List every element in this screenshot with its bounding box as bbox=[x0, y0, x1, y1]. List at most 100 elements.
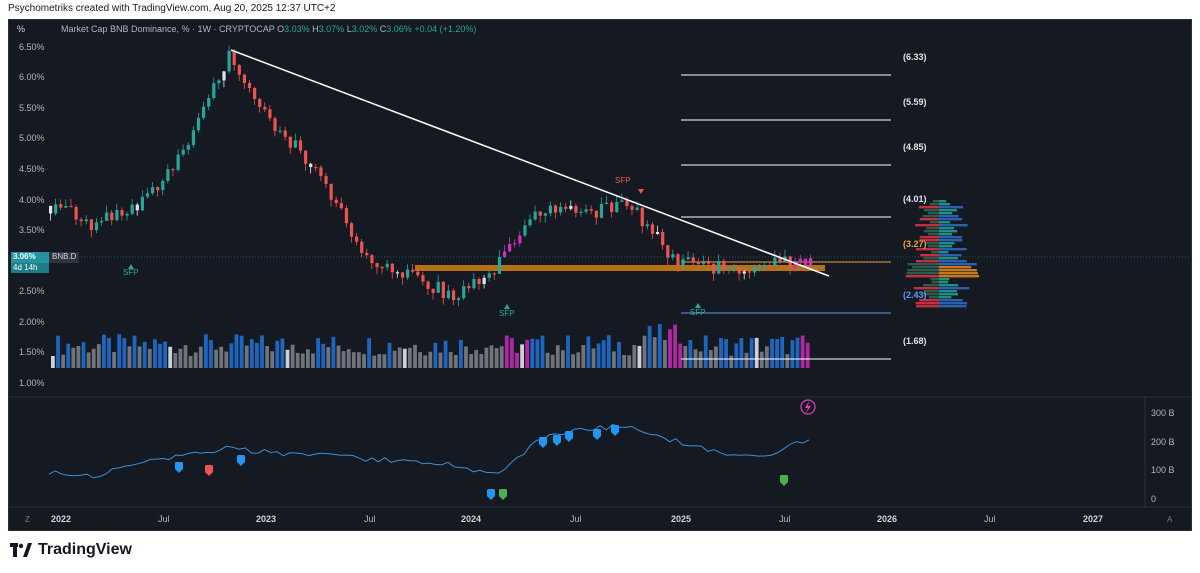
candle-body bbox=[712, 263, 716, 274]
volume-bar bbox=[357, 352, 361, 368]
candle-body bbox=[232, 50, 236, 66]
candle-body bbox=[803, 258, 808, 265]
candle-body bbox=[655, 231, 660, 234]
trend-line bbox=[230, 49, 830, 277]
x-tick: Jul bbox=[779, 514, 791, 524]
y-tick: 2.50% bbox=[19, 286, 45, 296]
signal-marker bbox=[593, 429, 601, 437]
candle-body bbox=[436, 281, 440, 293]
candle-body bbox=[273, 118, 277, 132]
volume-profile-bar bbox=[933, 200, 939, 203]
signal-marker bbox=[612, 433, 618, 436]
candle-body bbox=[110, 212, 114, 221]
volume-bar bbox=[673, 324, 677, 368]
legend-open: 3.03% bbox=[284, 24, 310, 34]
volume-profile-bar bbox=[939, 203, 951, 206]
volume-bar bbox=[581, 345, 586, 368]
volume-profile-bar bbox=[915, 302, 939, 305]
lower-y-tick: 100 B bbox=[1151, 465, 1175, 475]
signal-marker bbox=[780, 475, 788, 483]
candle-body bbox=[334, 199, 338, 204]
volume-bar bbox=[739, 338, 744, 368]
volume-bar bbox=[525, 339, 530, 368]
volume-bar bbox=[647, 325, 652, 368]
candle-body bbox=[222, 71, 226, 81]
volume-bar bbox=[795, 337, 800, 368]
signal-marker bbox=[238, 463, 244, 466]
volume-profile-bar bbox=[923, 230, 939, 233]
candle-body bbox=[584, 209, 588, 212]
candle-body bbox=[400, 272, 405, 278]
candle-body bbox=[696, 261, 700, 264]
volume-profile-bar bbox=[939, 260, 967, 263]
volume-bar bbox=[535, 339, 540, 368]
candle-body bbox=[130, 204, 134, 214]
y-tick: 4.50% bbox=[19, 164, 45, 174]
candle-body bbox=[49, 205, 53, 214]
chart-panel[interactable]: % Market Cap BNB Dominance, % · 1W · CRY… bbox=[8, 19, 1192, 531]
volume-profile-bar bbox=[928, 245, 939, 248]
candle-body bbox=[757, 267, 762, 269]
lower-y-tick: 300 B bbox=[1151, 408, 1175, 418]
candle-body bbox=[446, 290, 451, 299]
chart-canvas[interactable] bbox=[9, 20, 1192, 531]
volume-bar bbox=[423, 355, 428, 368]
volume-profile-bar bbox=[930, 278, 939, 281]
candle-body bbox=[737, 267, 741, 274]
volume-bar bbox=[117, 334, 122, 368]
volume-profile-bar bbox=[939, 284, 959, 287]
volume-bar bbox=[214, 349, 218, 368]
candle-body bbox=[247, 82, 252, 88]
brand-name: TradingView bbox=[38, 541, 132, 558]
volume-bar bbox=[433, 342, 438, 368]
candle-body bbox=[319, 167, 323, 177]
candle-body bbox=[375, 263, 379, 268]
volume-bar bbox=[295, 352, 300, 368]
volume-bar bbox=[520, 344, 524, 368]
symbol-legend: Market Cap BNB Dominance, % · 1W · CRYPT… bbox=[61, 24, 477, 34]
volume-bar bbox=[178, 348, 183, 368]
candle-body bbox=[115, 210, 119, 221]
candle-body bbox=[288, 136, 292, 148]
signal-marker bbox=[565, 431, 573, 439]
candle-body bbox=[324, 176, 328, 184]
signal-marker bbox=[539, 437, 547, 445]
volume-profile-bar bbox=[928, 296, 939, 299]
volume-bar bbox=[351, 352, 356, 368]
volume-profile-bar bbox=[929, 203, 939, 206]
candle-body bbox=[809, 257, 813, 265]
candle-body bbox=[599, 203, 604, 218]
volume-bar bbox=[224, 351, 229, 368]
volume-profile-bar bbox=[939, 239, 963, 242]
candle-body bbox=[181, 149, 185, 155]
tradingview-logo-icon bbox=[10, 543, 32, 557]
volume-profile-bar bbox=[916, 305, 939, 308]
volume-profile-bar bbox=[920, 254, 939, 257]
candle-body bbox=[640, 207, 644, 227]
candle-body bbox=[431, 288, 435, 293]
candle-body bbox=[645, 224, 649, 227]
volume-profile-bar bbox=[939, 245, 952, 248]
volume-bar bbox=[453, 355, 458, 368]
volume-profile-bar bbox=[918, 206, 939, 209]
volume-bar bbox=[494, 348, 499, 368]
log-scale-button[interactable]: Z bbox=[25, 515, 30, 524]
volume-bar bbox=[51, 356, 55, 368]
lower-series-line bbox=[48, 423, 810, 479]
volume-bar bbox=[571, 354, 575, 368]
volume-bar bbox=[306, 349, 310, 368]
volume-bar bbox=[617, 341, 621, 368]
volume-bar bbox=[209, 340, 213, 368]
volume-profile-bar bbox=[939, 278, 950, 281]
candle-body bbox=[125, 213, 129, 216]
volume-bar bbox=[183, 345, 188, 368]
volume-profile-bar bbox=[939, 254, 962, 257]
volume-bar bbox=[627, 355, 632, 368]
volume-profile-bar bbox=[939, 272, 978, 275]
signal-marker bbox=[566, 439, 572, 442]
volume-profile-bar bbox=[924, 209, 939, 212]
candle-body bbox=[370, 255, 374, 264]
volume-bar bbox=[540, 335, 545, 368]
signal-marker bbox=[206, 473, 212, 476]
auto-scale-button[interactable]: A bbox=[1167, 515, 1172, 524]
